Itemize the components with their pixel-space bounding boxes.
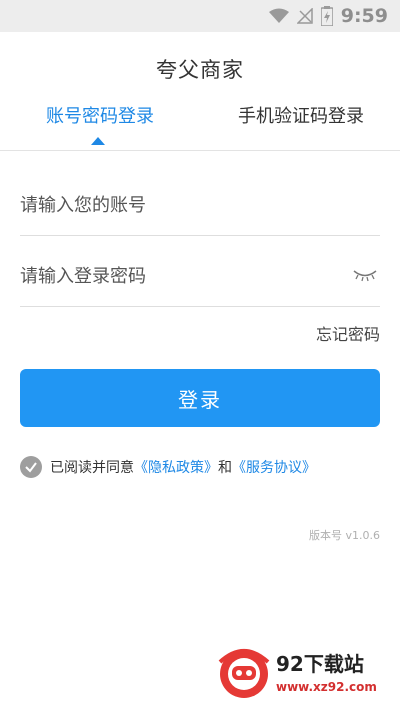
account-input[interactable] xyxy=(20,175,340,235)
status-icons: 9:59 xyxy=(268,5,388,27)
password-input[interactable] xyxy=(20,246,340,306)
account-field xyxy=(20,175,380,236)
watermark-url: www.xz92.com xyxy=(276,680,377,694)
forgot-password-link[interactable]: 忘记密码 xyxy=(316,321,380,345)
service-agreement-link[interactable]: 《服务协议》 xyxy=(232,457,316,477)
signal-icon xyxy=(296,8,313,24)
watermark: 92下载站 www.xz92.com xyxy=(214,640,394,704)
tab-active-indicator xyxy=(91,137,105,145)
status-bar: 9:59 xyxy=(0,0,400,32)
privacy-policy-link[interactable]: 《隐私政策》 xyxy=(134,457,218,477)
agreement-and: 和 xyxy=(218,460,232,476)
wifi-icon xyxy=(268,8,289,23)
tab-account-password-login[interactable]: 账号密码登录 xyxy=(38,102,162,128)
login-button[interactable]: 登录 xyxy=(20,369,380,427)
checkbox-checked-icon[interactable] xyxy=(20,456,42,478)
status-time: 9:59 xyxy=(340,5,388,27)
header-divider xyxy=(0,150,400,151)
version-label: 版本号 v1.0.6 xyxy=(309,529,380,542)
agreement-row: 已阅读并同意 《隐私政策》 和 《服务协议》 xyxy=(20,455,316,479)
header: 夸父商家 账号密码登录 手机验证码登录 xyxy=(0,32,400,150)
watermark-logo-icon xyxy=(218,649,270,698)
agreement-prefix: 已阅读并同意 xyxy=(50,460,134,476)
tab-sms-code-login[interactable]: 手机验证码登录 xyxy=(232,102,370,128)
page-title: 夸父商家 xyxy=(156,58,244,82)
watermark-title: 92下载站 xyxy=(276,652,364,676)
battery-charging-icon xyxy=(320,6,333,26)
password-field xyxy=(20,246,380,307)
eye-closed-icon[interactable] xyxy=(352,266,378,284)
